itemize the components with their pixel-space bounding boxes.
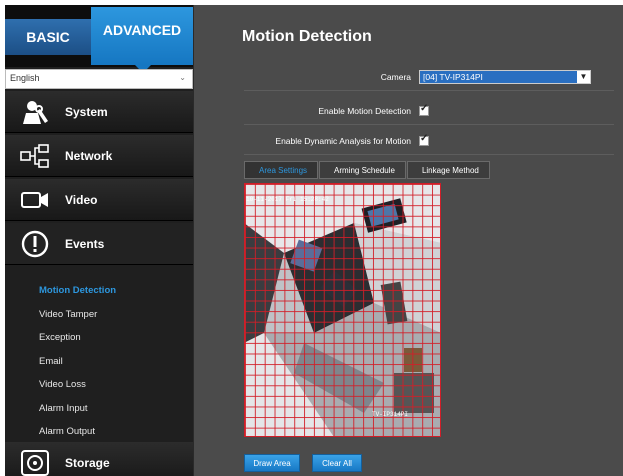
alert-icon bbox=[5, 229, 65, 259]
camera-value: [04] TV-IP314PI bbox=[423, 71, 483, 82]
enable-dynamic-label: Enable Dynamic Analysis for Motion bbox=[275, 135, 411, 146]
network-icon bbox=[5, 143, 65, 168]
camera-row: Camera [04] TV-IP314PI ▼ bbox=[244, 63, 614, 91]
events-submenu: Motion Detection Video Tamper Exception … bbox=[5, 279, 193, 444]
nav-system-label: System bbox=[65, 104, 108, 119]
language-value: English bbox=[10, 73, 40, 83]
camera-select[interactable]: [04] TV-IP314PI ▼ bbox=[419, 69, 591, 84]
chevron-down-icon: ⌄ bbox=[179, 73, 186, 82]
enable-dynamic-checkbox[interactable] bbox=[419, 133, 429, 146]
nav-system[interactable]: System bbox=[5, 91, 193, 133]
osd-camera-name: TV-IP314PI bbox=[372, 411, 409, 418]
tab-linkage-method[interactable]: Linkage Method bbox=[406, 161, 490, 179]
enable-motion-label: Enable Motion Detection bbox=[318, 105, 411, 116]
sidebar: BASIC ADVANCED English ⌄ System Network … bbox=[5, 5, 193, 476]
draw-area-button[interactable]: Draw Area bbox=[244, 454, 300, 472]
camera-label: Camera bbox=[380, 71, 411, 82]
nav-storage[interactable]: Storage bbox=[5, 442, 193, 476]
enable-dynamic-row: Enable Dynamic Analysis for Motion bbox=[244, 127, 614, 155]
main-panel: Motion Detection Camera [04] TV-IP314PI … bbox=[193, 5, 623, 476]
video-camera-icon bbox=[5, 190, 65, 210]
submenu-motion-detection[interactable]: Motion Detection bbox=[5, 279, 193, 303]
nav-video[interactable]: Video bbox=[5, 179, 193, 221]
nav-network-label: Network bbox=[65, 148, 113, 163]
tab-arming-schedule[interactable]: Arming Schedule bbox=[319, 161, 406, 179]
storage-disk-icon bbox=[5, 449, 65, 476]
app-frame: BASIC ADVANCED English ⌄ System Network … bbox=[0, 0, 623, 476]
nav-video-label: Video bbox=[65, 192, 98, 207]
enable-motion-checkbox[interactable] bbox=[419, 103, 429, 116]
system-tools-icon bbox=[5, 99, 65, 125]
tab-basic[interactable]: BASIC bbox=[5, 19, 91, 55]
submenu-alarm-input[interactable]: Alarm Input bbox=[5, 397, 193, 421]
submenu-email[interactable]: Email bbox=[5, 350, 193, 374]
clear-all-button[interactable]: Clear All bbox=[312, 454, 362, 472]
osd-timestamp: 10-11-2017 Fri 15:28:42 bbox=[246, 196, 329, 203]
tab-advanced[interactable]: ADVANCED bbox=[91, 7, 193, 73]
motion-area-video[interactable]: 10-11-2017 Fri 15:28:42 TV-IP314PI bbox=[244, 183, 441, 437]
chevron-down-icon: ▼ bbox=[577, 70, 590, 83]
nav-events[interactable]: Events bbox=[5, 223, 193, 265]
tab-area-settings[interactable]: Area Settings bbox=[244, 161, 319, 179]
language-select[interactable]: English ⌄ bbox=[5, 69, 193, 89]
mode-tabs: BASIC ADVANCED bbox=[5, 5, 193, 73]
page-title: Motion Detection bbox=[242, 28, 372, 45]
enable-motion-row: Enable Motion Detection bbox=[244, 97, 614, 125]
motion-detection-grid[interactable] bbox=[244, 183, 441, 437]
nav-events-label: Events bbox=[65, 236, 105, 251]
nav-network[interactable]: Network bbox=[5, 135, 193, 177]
submenu-alarm-output[interactable]: Alarm Output bbox=[5, 420, 193, 444]
settings-tabs: Area Settings Arming Schedule Linkage Me… bbox=[244, 161, 491, 179]
submenu-video-tamper[interactable]: Video Tamper bbox=[5, 303, 193, 327]
nav-storage-label: Storage bbox=[65, 455, 110, 470]
submenu-exception[interactable]: Exception bbox=[5, 326, 193, 350]
submenu-video-loss[interactable]: Video Loss bbox=[5, 373, 193, 397]
